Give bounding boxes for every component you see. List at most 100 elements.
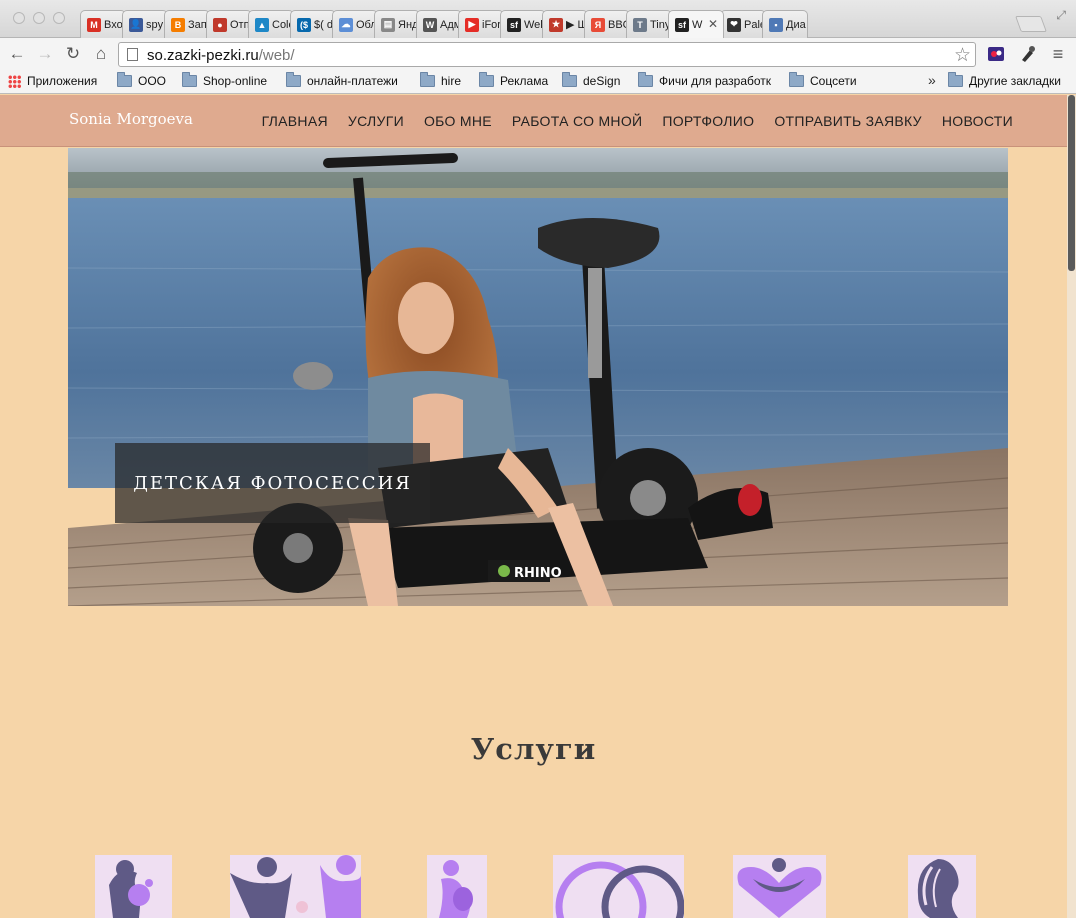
folder-icon bbox=[182, 72, 197, 87]
tab-strip: M Вхо 👤 spy B Запі ● Отп ▲ Colo ($ $( d ☁ Обл ▤ Янд W Адм… bbox=[80, 10, 808, 38]
chat-icon: ▪ bbox=[769, 17, 783, 32]
browser-tab[interactable]: ● Отп bbox=[206, 10, 252, 38]
scooter-brand-text: RHINO bbox=[514, 566, 562, 581]
person-icon: 👤 bbox=[129, 17, 143, 32]
tinymce-icon: T bbox=[633, 17, 647, 32]
browser-tab[interactable]: Я BBC bbox=[584, 10, 630, 38]
bookmark-item[interactable]: hire bbox=[420, 72, 462, 88]
folder-icon bbox=[562, 72, 577, 87]
page-scrollbar[interactable] bbox=[1067, 95, 1076, 918]
browser-tab[interactable]: B Запі bbox=[164, 10, 210, 38]
fullscreen-icon[interactable]: ⤢ bbox=[1056, 8, 1066, 23]
site-logo[interactable]: Sonia Morgoeva bbox=[69, 110, 193, 128]
browser-tab[interactable]: ❤ Pale bbox=[720, 10, 766, 38]
hero-caption[interactable]: ДЕТСКАЯ ФОТОСЕССИЯ bbox=[115, 443, 430, 523]
bookmark-label: deSign bbox=[583, 74, 621, 88]
browser-tab[interactable]: ☁ Обл bbox=[332, 10, 378, 38]
home-button[interactable]: ⌂ bbox=[90, 43, 112, 65]
browser-tab[interactable]: M Вхо bbox=[80, 10, 126, 38]
nav-link[interactable]: РАБОТА СО МНОЙ bbox=[512, 113, 642, 129]
nav-link[interactable]: НОВОСТИ bbox=[942, 113, 1013, 129]
nav-link[interactable]: ПОРТФОЛИО bbox=[662, 113, 754, 129]
browser-toolbar: ← → ↻ ⌂ so.zazki-pezki.ru/web/ ☆ ≡ bbox=[0, 38, 1076, 70]
bookmark-item[interactable]: Фичи для разработк bbox=[638, 72, 772, 88]
tab-title: spy bbox=[146, 18, 164, 31]
bookmark-item[interactable]: ООО bbox=[117, 72, 167, 88]
bookmark-label: Соцсети bbox=[810, 74, 857, 88]
mother-child-icon[interactable] bbox=[95, 855, 172, 918]
extension-icon[interactable] bbox=[986, 44, 1006, 64]
heart-family-icon[interactable] bbox=[733, 855, 826, 918]
browser-tab-bar: M Вхо 👤 spy B Запі ● Отп ▲ Colo ($ $( d ☁ Обл ▤ Янд W Адм… bbox=[0, 0, 1076, 38]
back-button[interactable]: ← bbox=[6, 43, 28, 65]
services-heading: Услуги bbox=[470, 732, 597, 766]
nav-link[interactable]: ОТПРАВИТЬ ЗАЯВКУ bbox=[774, 113, 922, 129]
nav-link[interactable]: УСЛУГИ bbox=[348, 113, 404, 129]
bookmark-label: hire bbox=[441, 74, 462, 88]
reload-button[interactable]: ↻ bbox=[62, 43, 84, 65]
hero-photo: RHINO bbox=[68, 148, 1008, 606]
window-close-button[interactable] bbox=[13, 12, 25, 24]
folder-icon bbox=[638, 72, 653, 87]
browser-tab[interactable]: 👤 spy bbox=[122, 10, 168, 38]
folder-icon bbox=[286, 72, 301, 87]
scrollbar-thumb[interactable] bbox=[1068, 95, 1075, 271]
bookmark-star-icon[interactable]: ☆ bbox=[954, 44, 971, 67]
browser-tab[interactable]: ($ $( d bbox=[290, 10, 336, 38]
close-tab-icon[interactable]: ✕ bbox=[708, 17, 718, 31]
youtube-icon: ▶ bbox=[465, 17, 479, 32]
browser-tab[interactable]: T Tiny bbox=[626, 10, 672, 38]
pen-extension-icon[interactable] bbox=[1018, 44, 1038, 64]
folder-icon bbox=[789, 72, 804, 87]
browser-tab[interactable]: W Адм bbox=[416, 10, 462, 38]
wedding-rings-icon[interactable] bbox=[553, 855, 684, 918]
star-icon: ★ bbox=[549, 17, 563, 32]
browser-tab[interactable]: ★ ▶ Ш bbox=[542, 10, 588, 38]
bookmark-item[interactable]: Shop-online bbox=[182, 72, 268, 88]
bookmark-item[interactable]: Соцсети bbox=[789, 72, 857, 88]
browser-tab[interactable]: ▤ Янд bbox=[374, 10, 420, 38]
bookmark-item[interactable]: Приложения bbox=[8, 74, 97, 88]
apps-icon bbox=[8, 74, 21, 88]
other-bookmarks-folder[interactable]: Другие закладки bbox=[948, 72, 1061, 88]
site-header: Sonia Morgoeva ГЛАВНАЯ УСЛУГИ ОБО МНЕ РАБОТ… bbox=[0, 95, 1067, 147]
bookmark-item[interactable]: онлайн-платежи bbox=[286, 72, 398, 88]
forward-button[interactable]: → bbox=[34, 43, 56, 65]
new-tab-button[interactable] bbox=[1015, 16, 1047, 32]
jquery-icon: ($ bbox=[297, 17, 311, 32]
hero-caption-text: ДЕТСКАЯ ФОТОСЕССИЯ bbox=[133, 472, 412, 494]
hero-slider[interactable]: RHINO ДЕТСКАЯ ФОТОСЕССИЯ bbox=[68, 148, 1008, 606]
bookmark-item[interactable]: Реклама bbox=[479, 72, 549, 88]
browser-tab[interactable]: sf Welc bbox=[500, 10, 546, 38]
blogger-icon: B bbox=[171, 17, 185, 32]
wordpress-icon: W bbox=[423, 17, 437, 32]
pregnancy-icon[interactable] bbox=[427, 855, 487, 918]
bookmark-label: Реклама bbox=[500, 74, 549, 88]
browser-tab[interactable]: ▪ Диа bbox=[762, 10, 808, 38]
folder-icon bbox=[420, 72, 435, 87]
folder-icon bbox=[479, 72, 494, 87]
family-icon[interactable] bbox=[230, 855, 361, 918]
main-navigation: ГЛАВНАЯ УСЛУГИ ОБО МНЕ РАБОТА СО МНОЙ ПОРТФО… bbox=[242, 113, 1013, 129]
folder-icon bbox=[948, 72, 963, 87]
window-minimize-button[interactable] bbox=[33, 12, 45, 24]
nav-link[interactable]: ОБО МНЕ bbox=[424, 113, 492, 129]
woman-profile-icon[interactable] bbox=[908, 855, 976, 918]
address-bar[interactable]: so.zazki-pezki.ru/web/ ☆ bbox=[118, 42, 976, 67]
browser-tab[interactable]: ▶ iFor bbox=[458, 10, 504, 38]
bookmark-label: ООО bbox=[138, 74, 167, 88]
symfony-icon: sf bbox=[507, 17, 521, 32]
bookmark-label: Фичи для разработк bbox=[659, 74, 772, 88]
menu-icon[interactable]: ≡ bbox=[1047, 43, 1069, 65]
bookmark-label: Shop-online bbox=[203, 74, 268, 88]
url-text[interactable]: so.zazki-pezki.ru/web/ bbox=[147, 47, 295, 64]
browser-tab[interactable]: ▲ Colo bbox=[248, 10, 294, 38]
nav-link[interactable]: ГЛАВНАЯ bbox=[262, 113, 328, 129]
browser-tab[interactable]: sf W ✕ bbox=[668, 10, 724, 38]
folder-icon bbox=[117, 72, 132, 87]
document-icon: ▤ bbox=[381, 17, 395, 32]
bookmark-item[interactable]: deSign bbox=[562, 72, 621, 88]
window-zoom-button[interactable] bbox=[53, 12, 65, 24]
bookmarks-bar: » Другие закладки Приложения ООО Shop-onli… bbox=[0, 70, 1076, 94]
bookmarks-overflow-button[interactable]: » bbox=[928, 72, 936, 88]
